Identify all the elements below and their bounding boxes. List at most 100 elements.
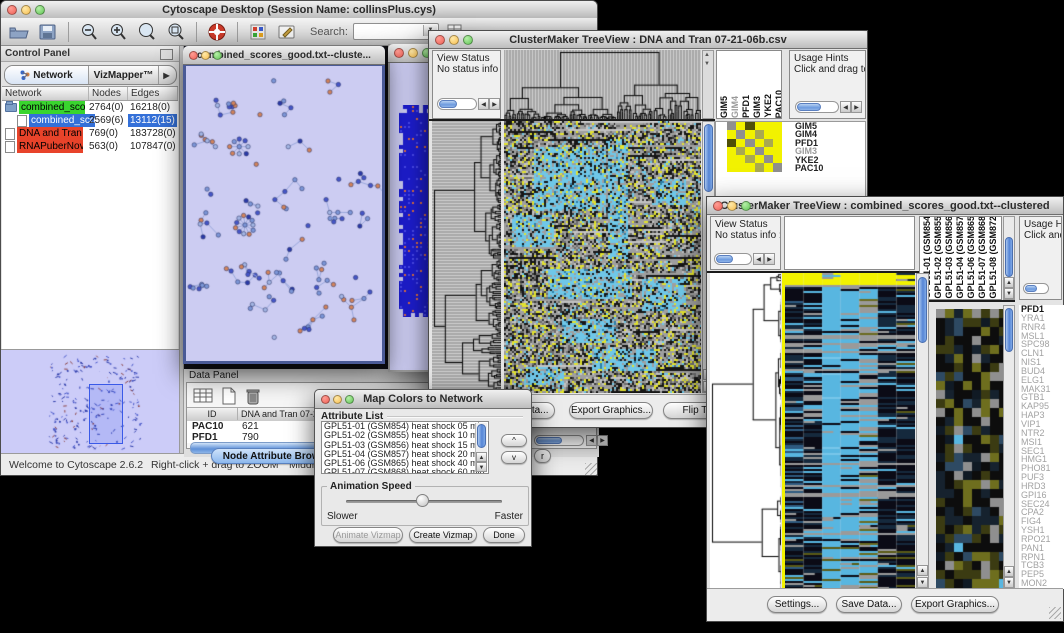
heatmap-cell[interactable] xyxy=(736,122,745,130)
zoom-fit-icon[interactable] xyxy=(164,21,188,43)
network-tree-row[interactable]: combined_scores2764(0)16218(0) xyxy=(2,101,178,114)
tv1-mini-scroll-strip[interactable]: ▲ ▼ xyxy=(702,50,714,119)
tab-vizmapper[interactable]: VizMapper™ xyxy=(89,66,159,84)
heatmap-cell[interactable] xyxy=(764,163,773,171)
tv2-right-divider[interactable] xyxy=(919,300,1015,302)
scroll-left-icon[interactable]: ◀ xyxy=(840,101,851,113)
scroll-up-icon[interactable]: ▲ xyxy=(476,452,487,462)
zoom-in-icon[interactable] xyxy=(106,21,130,43)
tv1-titlebar[interactable]: ClusterMaker TreeView : DNA and Tran 07-… xyxy=(429,31,867,49)
scroll-left-icon[interactable]: ◀ xyxy=(478,98,489,110)
open-file-icon[interactable] xyxy=(7,21,31,43)
heatmap-cell[interactable] xyxy=(764,130,773,138)
heatmap-cell[interactable] xyxy=(773,139,782,147)
resize-grip[interactable] xyxy=(585,463,597,475)
navigator-viewport-rect[interactable] xyxy=(89,384,123,444)
heatmap-cell[interactable] xyxy=(727,147,736,155)
network-tree-row[interactable]: RNAPuberNov2+563(0)107847(0) xyxy=(2,140,178,153)
tv1-row-dendrogram[interactable] xyxy=(432,121,501,393)
close-button[interactable] xyxy=(189,51,198,60)
minimize-button[interactable] xyxy=(449,35,459,45)
tab-network[interactable]: Network xyxy=(5,66,89,84)
tv2-main-heatmap[interactable] xyxy=(785,273,915,589)
tab-overflow-arrow[interactable]: ▶ xyxy=(159,66,174,84)
heatmap-cell[interactable] xyxy=(764,155,773,163)
close-button[interactable] xyxy=(321,395,330,404)
heatmap-cell[interactable] xyxy=(745,122,754,130)
heatmap-cell[interactable] xyxy=(764,139,773,147)
heatmap-cell[interactable] xyxy=(755,122,764,130)
close-button[interactable] xyxy=(394,48,404,58)
scroll-left-icon[interactable]: ◀ xyxy=(753,253,764,265)
trash-icon[interactable] xyxy=(241,385,265,407)
scroll-right-icon[interactable]: ▶ xyxy=(489,98,500,110)
main-titlebar[interactable]: Cytoscape Desktop (Session Name: collins… xyxy=(1,1,597,19)
search-input[interactable]: ▼ xyxy=(353,23,439,40)
scroll-left-icon[interactable]: ◀ xyxy=(586,435,597,446)
export-graphics-button[interactable]: Export Graphics... xyxy=(569,402,653,419)
tv2-titlebar[interactable]: ClusterMaker TreeView : combined_scores_… xyxy=(707,197,1063,215)
export-graphics-button[interactable]: Export Graphics... xyxy=(911,596,999,613)
heatmap-cell[interactable] xyxy=(736,155,745,163)
tv1-status-hscrollbar[interactable] xyxy=(437,98,477,110)
move-down-button[interactable]: v xyxy=(501,451,527,464)
zoom-selected-icon[interactable] xyxy=(135,21,159,43)
tv2-zoom-heatmap[interactable] xyxy=(936,309,1003,589)
heatmap-cell[interactable] xyxy=(727,130,736,138)
tv2-heatmap-vscrollbar[interactable]: ▲ ▼ xyxy=(916,273,929,589)
netwin1-titlebar[interactable]: combined_scores_good.txt--cluste... xyxy=(183,46,385,65)
heatmap-cell[interactable] xyxy=(727,139,736,147)
zoom-button[interactable] xyxy=(213,51,222,60)
heatmap-cell[interactable] xyxy=(773,122,782,130)
scroll-up-icon[interactable]: ▲ xyxy=(704,52,710,58)
heatmap-cell[interactable] xyxy=(755,147,764,155)
heatmap-cell[interactable] xyxy=(736,147,745,155)
heatmap-cell[interactable] xyxy=(755,155,764,163)
scroll-down-icon[interactable]: ▼ xyxy=(1004,577,1014,588)
slider-thumb[interactable] xyxy=(416,494,429,507)
table-grid-icon[interactable] xyxy=(191,385,215,407)
scroll-down-icon[interactable]: ▼ xyxy=(1004,288,1014,299)
network-tree-row[interactable]: DNA and Tran 07769(0)183728(0) xyxy=(2,127,178,140)
tv2-row-dendrogram[interactable] xyxy=(710,273,781,589)
tv1-global-heatmap[interactable] xyxy=(504,121,701,393)
scroll-up-icon[interactable]: ▲ xyxy=(1004,566,1014,577)
tv2-collabel-vscrollbar[interactable]: ▲ ▼ xyxy=(1003,216,1015,300)
tv2-usage-hscrollbar[interactable] xyxy=(1023,283,1049,294)
heatmap-cell[interactable] xyxy=(745,155,754,163)
col-network[interactable]: Network xyxy=(2,87,89,100)
attribute-list-item[interactable]: GPL51-07 (GSM868) heat shock 60 min xyxy=(322,468,488,474)
heatmap-cell[interactable] xyxy=(773,163,782,171)
col-edges[interactable]: Edges xyxy=(128,87,178,100)
minimize-button[interactable] xyxy=(21,5,31,15)
tv2-column-dendrogram-area[interactable] xyxy=(784,216,915,270)
heatmap-cell[interactable] xyxy=(736,130,745,138)
tv2-status-hscrollbar[interactable] xyxy=(714,253,752,265)
minimize-button[interactable] xyxy=(201,51,210,60)
minimize-button[interactable] xyxy=(333,395,342,404)
settings-button[interactable]: Settings... xyxy=(767,596,827,613)
zoom-button[interactable] xyxy=(35,5,45,15)
close-button[interactable] xyxy=(7,5,17,15)
heatmap-cell[interactable] xyxy=(755,130,764,138)
heatmap-cell[interactable] xyxy=(764,147,773,155)
heatmap-cell[interactable] xyxy=(727,122,736,130)
heatmap-cell[interactable] xyxy=(755,163,764,171)
help-lifering-icon[interactable] xyxy=(205,21,229,43)
minimize-button[interactable] xyxy=(408,48,418,58)
heatmap-cell[interactable] xyxy=(755,139,764,147)
network-view-1[interactable] xyxy=(186,66,382,361)
heatmap-cell[interactable] xyxy=(727,163,736,171)
heatmap-cell[interactable] xyxy=(736,163,745,171)
animate-vizmap-button[interactable]: Animate Vizmap xyxy=(333,527,403,543)
attribute-list-vscrollbar[interactable]: ▲ ▼ xyxy=(475,423,487,472)
heatmap-cell[interactable] xyxy=(773,130,782,138)
zoom-button[interactable] xyxy=(345,395,354,404)
network-tree-row[interactable]: combined_sco2569(6)13112(15) xyxy=(2,114,178,127)
scroll-down-icon[interactable]: ▼ xyxy=(476,462,487,472)
partial-button[interactable]: r xyxy=(534,449,551,463)
col-nodes[interactable]: Nodes xyxy=(89,87,128,100)
zoom-button[interactable] xyxy=(741,201,751,211)
close-button[interactable] xyxy=(435,35,445,45)
scroll-up-icon[interactable]: ▲ xyxy=(917,565,928,576)
